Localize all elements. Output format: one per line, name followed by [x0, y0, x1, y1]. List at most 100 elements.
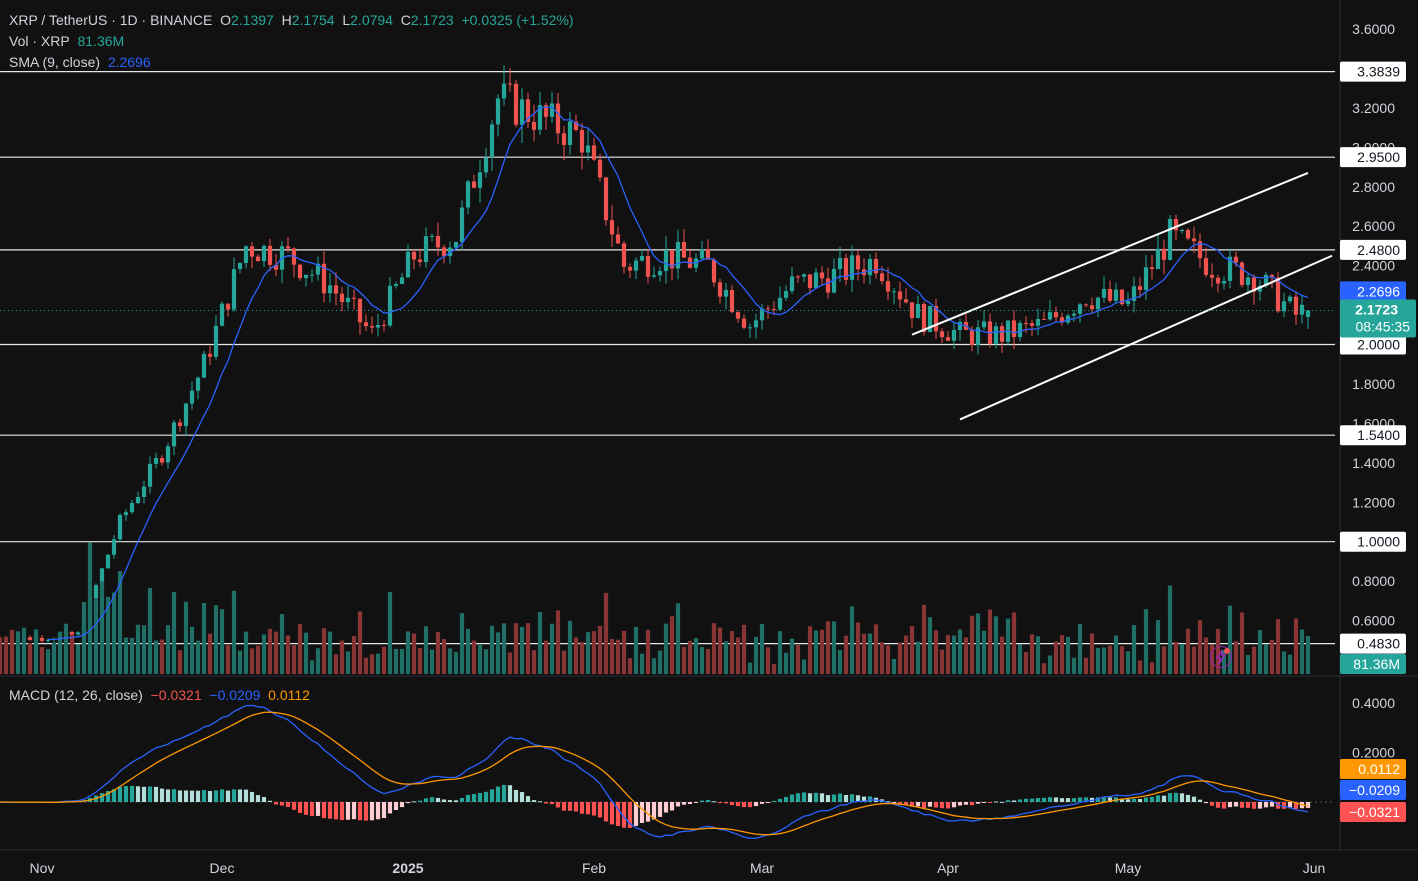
volume-tag: 81.36M — [1353, 656, 1400, 672]
volume-bar — [1090, 633, 1094, 674]
macd-hist-bar — [772, 801, 776, 802]
macd-hist-bar — [400, 802, 404, 807]
volume-bar — [40, 647, 44, 674]
candle-body — [1102, 289, 1106, 298]
volume-bar — [766, 647, 770, 674]
macd-hist-bar — [538, 801, 542, 802]
volume-bar — [772, 664, 776, 674]
volume-bar — [1036, 636, 1040, 674]
price-tick-label: 2.8000 — [1352, 179, 1395, 195]
volume-bar — [1132, 625, 1136, 674]
volume-bar — [556, 610, 560, 674]
volume-bar — [664, 624, 668, 674]
candle-body — [406, 252, 410, 278]
volume-bar — [1288, 655, 1292, 674]
volume-bar — [574, 638, 578, 674]
macd-hist-bar — [136, 786, 140, 802]
candle-body — [850, 255, 854, 279]
macd-hist-bar — [1192, 797, 1196, 802]
macd-hist-bar — [610, 802, 614, 824]
candle-body — [1282, 301, 1286, 311]
candle-body — [268, 246, 272, 265]
candle-body — [250, 246, 254, 256]
candle-body — [160, 458, 164, 462]
candle-body — [130, 503, 134, 512]
candle-body — [1204, 258, 1208, 275]
candle-body — [1042, 319, 1046, 320]
candle-body — [400, 277, 404, 284]
macd-hist-bar — [238, 789, 242, 802]
volume-bar — [460, 613, 464, 674]
macd-hist-bar — [958, 802, 962, 806]
candle-body — [790, 276, 794, 291]
volume-bar — [1096, 648, 1100, 674]
volume-bar — [880, 642, 884, 674]
volume-bar — [364, 658, 368, 674]
volume-bar — [568, 621, 572, 674]
change-value: +0.0325 (+1.52%) — [461, 12, 573, 28]
macd-hist-bar — [148, 786, 152, 802]
macd-hist-bar — [616, 802, 620, 826]
alert-icon[interactable] — [1210, 646, 1232, 668]
volume-bar — [112, 592, 116, 674]
volume-bar — [196, 641, 200, 674]
candle-body — [868, 259, 872, 275]
macd-hist-bar — [802, 792, 806, 802]
candle-body — [586, 145, 590, 152]
price-chart[interactable]: 3.60003.20003.00002.80002.60002.40002.20… — [0, 0, 1418, 881]
candle-body — [550, 103, 554, 116]
volume-bar — [964, 637, 968, 674]
candle-body — [70, 632, 74, 635]
candle-body — [922, 304, 926, 332]
candle-body — [304, 275, 308, 278]
time-label: Mar — [750, 860, 774, 876]
candle-body — [880, 273, 884, 281]
macd-hist-bar — [484, 792, 488, 802]
time-label: Jun — [1303, 860, 1326, 876]
volume-bar — [688, 641, 692, 674]
candle-body — [1054, 312, 1058, 317]
macd-hist-bar — [1162, 796, 1166, 802]
candle-body — [1150, 267, 1154, 269]
candle-body — [256, 257, 260, 262]
volume-bar — [1078, 624, 1082, 674]
macd-legend: MACD (12, 26, close) −0.0321 −0.0209 0.0… — [9, 686, 310, 704]
price-tick-label: 0.6000 — [1352, 613, 1395, 629]
candle-body — [778, 298, 782, 310]
macd-hist-bar — [544, 802, 548, 803]
candle-body — [388, 286, 392, 326]
macd-hist-bar — [556, 802, 560, 807]
macd-tick-label: 0.4000 — [1352, 695, 1395, 711]
macd-hist-bar — [718, 802, 722, 803]
volume-bar — [970, 616, 974, 674]
candle-body — [1276, 278, 1280, 312]
candle-body — [1162, 249, 1166, 260]
candle-body — [856, 255, 860, 269]
candle-body — [1036, 319, 1040, 326]
macd-hist-bar — [922, 802, 926, 808]
macd-hist-bar — [1132, 799, 1136, 802]
macd-hist-bar — [340, 802, 344, 820]
candle-body — [1192, 238, 1196, 241]
volume-bar — [1300, 630, 1304, 674]
volume-bar — [274, 632, 278, 674]
macd-hist-bar — [130, 786, 134, 802]
macd-hist-bar — [196, 791, 200, 802]
level-tag: 2.0000 — [1357, 337, 1400, 353]
macd-hist-bar — [460, 798, 464, 802]
macd-hist-bar — [916, 802, 920, 806]
macd-hist-bar — [976, 802, 980, 804]
candle-body — [394, 284, 398, 286]
volume-bar — [1204, 637, 1208, 674]
volume-bar — [172, 592, 176, 674]
level-tag: 0.4830 — [1357, 636, 1400, 652]
macd-hist-bar — [526, 796, 530, 802]
macd-line-tag: −0.0209 — [1349, 782, 1400, 798]
candle-body — [1294, 297, 1298, 315]
volume-bar — [850, 606, 854, 674]
macd-hist-bar — [466, 795, 470, 802]
macd-hist-bar — [1258, 802, 1262, 809]
candle-body — [124, 512, 128, 515]
candle-body — [1216, 278, 1220, 284]
candle-body — [682, 242, 686, 258]
